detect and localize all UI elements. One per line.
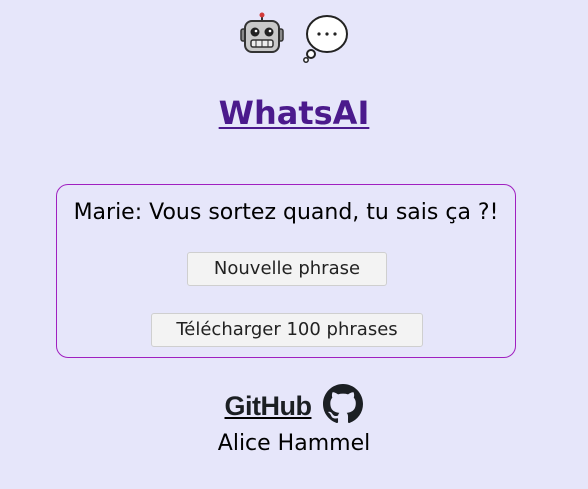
phrase-card: Marie: Vous sortez quand, tu sais ça ?! … xyxy=(56,184,516,358)
robot-face-icon xyxy=(239,12,285,64)
generated-phrase: Marie: Vous sortez quand, tu sais ça ?! xyxy=(73,200,499,225)
author-name: Alice Hammel xyxy=(217,431,371,456)
github-octocat-icon xyxy=(323,384,364,428)
new-phrase-button[interactable]: Nouvelle phrase xyxy=(187,252,387,286)
download-100-phrases-button[interactable]: Télécharger 100 phrases xyxy=(151,313,423,347)
header-emojis xyxy=(0,12,588,64)
page: WhatsAI Marie: Vous sortez quand, tu sai… xyxy=(0,0,588,489)
thought-balloon-icon xyxy=(303,12,349,64)
page-title[interactable]: WhatsAI xyxy=(0,95,588,131)
github-wordmark: GitHub xyxy=(224,390,312,421)
github-row: GitHub xyxy=(0,384,588,428)
github-link[interactable]: GitHub xyxy=(225,384,364,428)
